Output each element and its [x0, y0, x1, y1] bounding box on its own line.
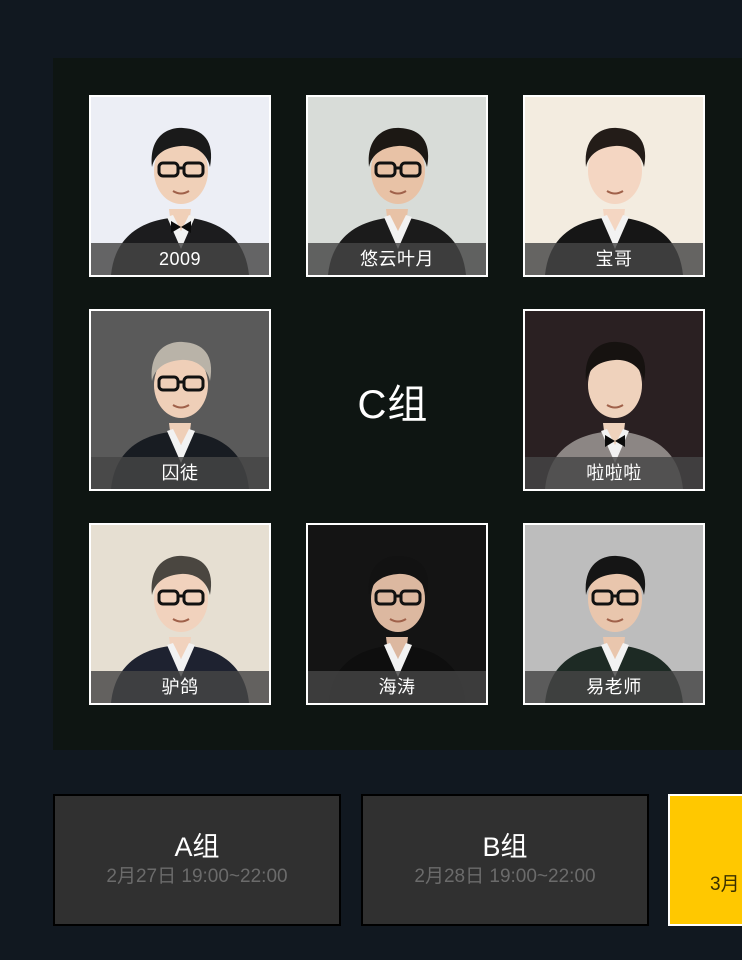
group-label: C组: [357, 383, 429, 427]
tab-group-a[interactable]: A组 2月27日 19:00~22:00: [53, 794, 341, 926]
player-card-lalala[interactable]: 啦啦啦: [523, 309, 705, 491]
player-name: 啦啦啦: [525, 457, 703, 489]
player-card-youyun[interactable]: 悠云叶月: [306, 95, 488, 277]
tab-group-b[interactable]: B组 2月28日 19:00~22:00: [361, 794, 649, 926]
tab-title: B组: [482, 832, 528, 862]
tab-time: 2月27日 19:00~22:00: [106, 866, 288, 887]
tab-time: 2月28日 19:00~22:00: [414, 866, 596, 887]
player-card-qiutu[interactable]: 囚徒: [89, 309, 271, 491]
player-name: 宝哥: [525, 243, 703, 275]
player-name: 海涛: [308, 671, 486, 703]
player-name: 2009: [91, 243, 269, 275]
player-name: 囚徒: [91, 457, 269, 489]
player-card-haitao[interactable]: 海涛: [306, 523, 488, 705]
tab-group-c[interactable]: 3月: [668, 794, 742, 926]
player-name: 驴鸽: [91, 671, 269, 703]
player-card-2009[interactable]: 2009: [89, 95, 271, 277]
player-card-baoge[interactable]: 宝哥: [523, 95, 705, 277]
player-card-lvge[interactable]: 驴鸽: [89, 523, 271, 705]
tab-title: A组: [174, 832, 220, 862]
tab-time: 3月: [710, 874, 740, 895]
player-card-yilaoshi[interactable]: 易老师: [523, 523, 705, 705]
player-name: 悠云叶月: [308, 243, 486, 275]
player-name: 易老师: [525, 671, 703, 703]
